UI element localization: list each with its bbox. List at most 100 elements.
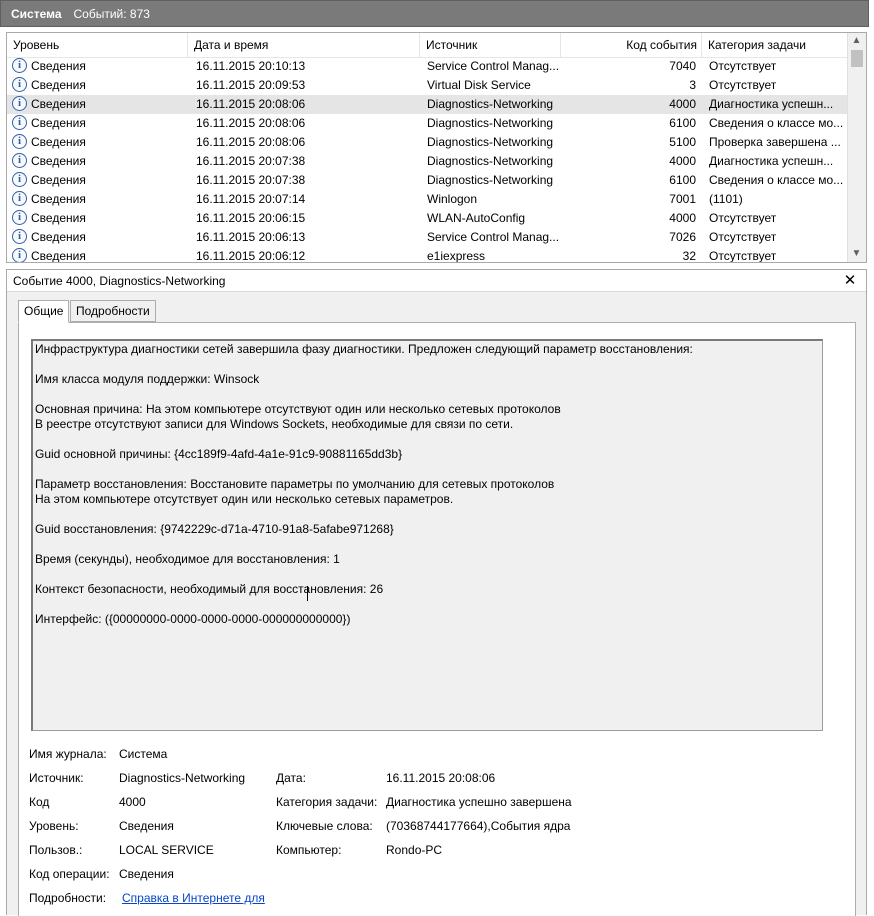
- cell-source: Virtual Disk Service: [427, 78, 531, 92]
- source-value: Diagnostics-Networking: [119, 771, 246, 785]
- table-row[interactable]: i Сведения 16.11.2015 20:08:06 Diagnostics-…: [7, 114, 848, 133]
- info-icon: i: [12, 58, 27, 73]
- log-title: Система: [11, 6, 62, 21]
- table-row[interactable]: i Сведения 16.11.2015 20:09:53 Virtual Disk…: [7, 76, 848, 95]
- cell-event-id: 6100: [669, 116, 696, 130]
- info-icon: i: [12, 229, 27, 244]
- keywords-value: (70368744177664),События ядра: [386, 819, 571, 833]
- cell-level: Сведения: [31, 116, 86, 130]
- cell-datetime: 16.11.2015 20:06:12: [196, 249, 306, 263]
- cell-level: Сведения: [31, 59, 86, 73]
- table-row[interactable]: i Сведения 16.11.2015 20:06:13 Service Cont…: [7, 228, 848, 247]
- cell-event-id: 4000: [669, 97, 696, 111]
- tab-details[interactable]: Подробности: [70, 300, 156, 322]
- cell-event-id: 7040: [669, 59, 696, 73]
- info-icon: i: [12, 134, 27, 149]
- table-row[interactable]: i Сведения 16.11.2015 20:06:12 e1iexpress 32…: [7, 247, 848, 263]
- cell-datetime: 16.11.2015 20:09:53: [196, 78, 306, 92]
- message-line: В реестре отсутствуют записи для Windows…: [35, 417, 514, 431]
- source-label: Источник:: [29, 771, 84, 785]
- cell-datetime: 16.11.2015 20:07:38: [196, 173, 306, 187]
- table-row[interactable]: i Сведения 16.11.2015 20:07:38 Diagnostics-…: [7, 171, 848, 190]
- detail-title-text: Событие 4000, Diagnostics-Networking: [13, 274, 226, 288]
- cell-task-category: Отсутствует: [709, 230, 777, 244]
- event-list[interactable]: Уровень Дата и время Источник Код событи…: [6, 32, 867, 263]
- user-value: LOCAL SERVICE: [119, 843, 214, 857]
- column-header-level[interactable]: Уровень: [7, 33, 188, 57]
- cell-level: Сведения: [31, 78, 86, 92]
- cell-datetime: 16.11.2015 20:07:38: [196, 154, 306, 168]
- cell-datetime: 16.11.2015 20:06:15: [196, 211, 306, 225]
- table-row[interactable]: i Сведения 16.11.2015 20:06:15 WLAN-AutoCon…: [7, 209, 848, 228]
- message-line: Guid основной причины: {4cc189f9-4afd-4a…: [35, 447, 403, 461]
- cell-event-id: 7001: [669, 192, 696, 206]
- cell-level: Сведения: [31, 154, 86, 168]
- cell-datetime: 16.11.2015 20:07:14: [196, 192, 306, 206]
- cell-datetime: 16.11.2015 20:08:06: [196, 97, 306, 111]
- list-scrollbar[interactable]: ▲ ▼: [847, 33, 866, 262]
- info-icon: i: [12, 210, 27, 225]
- cell-task-category: (1101): [709, 192, 743, 206]
- message-line: Основная причина: На этом компьютере отс…: [35, 402, 561, 416]
- table-row[interactable]: i Сведения 16.11.2015 20:10:13 Service Cont…: [7, 57, 848, 76]
- cell-level: Сведения: [31, 135, 86, 149]
- cell-task-category: Сведения о классе мо...: [709, 173, 844, 187]
- cell-datetime: 16.11.2015 20:08:06: [196, 116, 306, 130]
- opcode-value: Сведения: [119, 867, 174, 881]
- column-header-task-category[interactable]: Категория задачи: [702, 33, 848, 57]
- task-category-label: Категория задачи:: [276, 795, 378, 809]
- text-caret: [307, 586, 308, 601]
- column-header-datetime[interactable]: Дата и время: [188, 33, 420, 57]
- message-line: Время (секунды), необходимое для восстан…: [35, 552, 340, 566]
- event-message[interactable]: Инфраструктура диагностики сетей заверши…: [31, 339, 823, 731]
- cell-event-id: 6100: [669, 173, 696, 187]
- computer-label: Компьютер:: [276, 843, 342, 857]
- level-value: Сведения: [119, 819, 174, 833]
- table-row[interactable]: i Сведения 16.11.2015 20:08:06 Diagnostics-…: [7, 133, 848, 152]
- cell-source: WLAN-AutoConfig: [427, 211, 526, 225]
- message-line: Параметр восстановления: Восстановите па…: [35, 477, 555, 491]
- event-code-label: Код: [29, 795, 50, 809]
- online-help-link[interactable]: Справка в Интернете для: [122, 891, 265, 905]
- cell-source: Service Control Manag...: [427, 59, 560, 73]
- message-line: Guid восстановления: {9742229c-d71a-4710…: [35, 522, 394, 536]
- cell-event-id: 5100: [669, 135, 696, 149]
- log-name-label: Имя журнала:: [29, 747, 107, 761]
- cell-event-id: 3: [689, 78, 696, 92]
- tab-general-panel: Инфраструктура диагностики сетей заверши…: [18, 322, 856, 916]
- detail-title: Событие 4000, Diagnostics-Networking ✕: [7, 270, 866, 292]
- cell-event-id: 4000: [669, 154, 696, 168]
- info-icon: i: [12, 153, 27, 168]
- cell-task-category: Отсутствует: [709, 211, 777, 225]
- event-code-value: 4000: [119, 795, 146, 809]
- tab-general[interactable]: Общие: [18, 300, 70, 323]
- cell-event-id: 32: [682, 249, 696, 263]
- cell-datetime: 16.11.2015 20:06:13: [196, 230, 306, 244]
- table-row[interactable]: i Сведения 16.11.2015 20:07:14 Winlogon 7001…: [7, 190, 848, 209]
- info-icon: i: [12, 77, 27, 92]
- close-icon[interactable]: ✕: [842, 270, 858, 292]
- scroll-up-icon[interactable]: ▲: [848, 33, 865, 49]
- message-line: На этом компьютере отсутствует один или …: [35, 492, 454, 506]
- cell-level: Сведения: [31, 249, 86, 263]
- cell-datetime: 16.11.2015 20:08:06: [196, 135, 306, 149]
- log-header: Система Событий: 873: [0, 0, 869, 27]
- table-row[interactable]: i Сведения 16.11.2015 20:08:06 Diagnostics-…: [7, 95, 848, 114]
- log-name-value: Система: [119, 747, 168, 761]
- info-icon: i: [12, 172, 27, 187]
- message-line: Имя класса модуля поддержки: Winsock: [35, 372, 260, 386]
- task-category-value: Диагностика успешно завершена: [386, 795, 572, 809]
- opcode-label: Код операции:: [29, 867, 110, 881]
- scroll-down-icon[interactable]: ▼: [848, 246, 865, 262]
- column-header-event-id[interactable]: Код события: [561, 33, 702, 57]
- scroll-thumb[interactable]: [851, 50, 863, 67]
- cell-source: Diagnostics-Networking: [427, 135, 554, 149]
- cell-event-id: 7026: [669, 230, 696, 244]
- column-header-source[interactable]: Источник: [420, 33, 561, 57]
- cell-datetime: 16.11.2015 20:10:13: [196, 59, 306, 73]
- info-icon: i: [12, 248, 27, 262]
- table-row[interactable]: i Сведения 16.11.2015 20:07:38 Diagnostics-…: [7, 152, 848, 171]
- info-icon: i: [12, 115, 27, 130]
- date-label: Дата:: [276, 771, 306, 785]
- cell-task-category: Отсутствует: [709, 59, 777, 73]
